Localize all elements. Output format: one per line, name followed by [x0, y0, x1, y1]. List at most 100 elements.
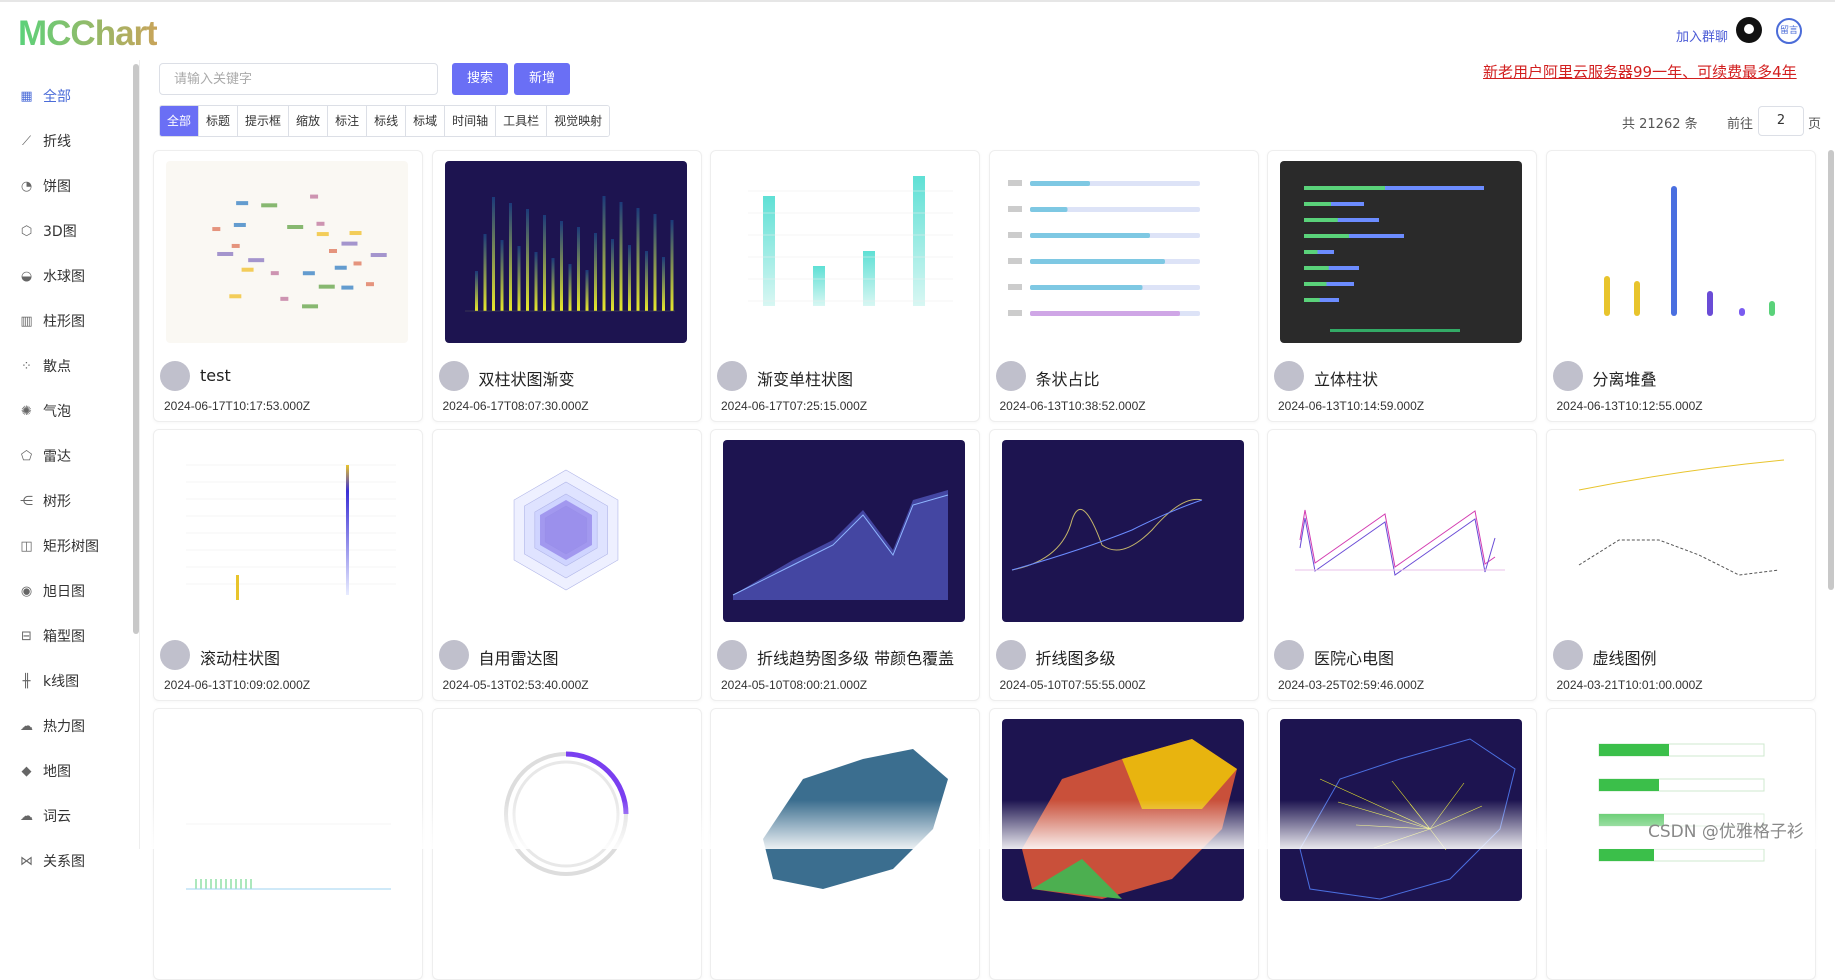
main-scrollbar[interactable]: [1828, 150, 1834, 590]
chart-card[interactable]: 自用雷达图 2024-05-13T02:53:40.000Z: [431, 429, 702, 701]
chart-thumbnail[interactable]: [1280, 440, 1522, 622]
chart-card[interactable]: 虚线图例 2024-03-21T10:01:00.000Z: [1545, 429, 1816, 701]
sidebar-item[interactable]: ▦ 全部: [18, 84, 71, 108]
filter-tab[interactable]: 提示框: [238, 106, 290, 136]
chart-title[interactable]: 虚线图例: [1593, 645, 1657, 669]
chart-title[interactable]: 滚动柱状图: [200, 645, 280, 669]
chart-date: 2024-03-25T02:59:46.000Z: [1278, 678, 1425, 692]
filter-tabs: 全部 标题 提示框 缩放 标注 标线 标域 时间轴 工具栏 视觉映射: [159, 105, 611, 137]
chart-title[interactable]: 双柱状图渐变: [479, 366, 575, 390]
sidebar-item[interactable]: ◒ 水球图: [18, 264, 85, 288]
chart-thumbnail[interactable]: [1001, 440, 1244, 622]
add-button[interactable]: 新增: [514, 63, 570, 95]
sidebar-item[interactable]: ╫ k线图: [18, 669, 80, 693]
chart-title[interactable]: 自用雷达图: [479, 645, 559, 669]
chart-thumbnail[interactable]: [723, 161, 965, 343]
chart-card[interactable]: 立体柱状 2024-06-13T10:14:59.000Z: [1267, 150, 1537, 422]
boxplot-icon: ⊟: [21, 628, 32, 644]
chart-thumbnail[interactable]: [444, 440, 687, 622]
chart-title[interactable]: 折线趋势图多级 带颜色覆盖: [757, 645, 954, 669]
chart-card[interactable]: 双柱状图渐变 2024-06-17T08:07:30.000Z: [431, 150, 702, 422]
filter-tab[interactable]: 视觉映射: [547, 106, 610, 136]
chart-thumbnail[interactable]: [723, 440, 965, 622]
chart-date: 2024-06-13T10:12:55.000Z: [1556, 399, 1703, 413]
author-avatar: [1552, 640, 1583, 670]
chart-thumbnail[interactable]: [1558, 161, 1801, 343]
sidebar-item[interactable]: ◔ 饼图: [18, 174, 71, 198]
chart-card[interactable]: 滚动柱状图 2024-06-13T10:09:02.000Z: [153, 429, 423, 701]
filter-tab[interactable]: 标题: [199, 106, 239, 136]
chart-title[interactable]: 渐变单柱状图: [757, 366, 853, 390]
sidebar-item[interactable]: ▥ 柱形图: [18, 309, 85, 333]
filter-tab[interactable]: 标线: [367, 106, 407, 136]
author-avatar: [160, 361, 190, 391]
sidebar-item[interactable]: ⬠ 雷达: [18, 444, 71, 468]
chart-title[interactable]: 折线图多级: [1036, 645, 1116, 669]
sidebar-item-label: 箱型图: [43, 629, 85, 645]
grid-icon: ▦: [20, 88, 33, 104]
chart-thumbnail[interactable]: [166, 161, 408, 343]
scatter-icon: ⁘: [21, 358, 32, 374]
sidebar-item-label: 折线: [43, 134, 71, 150]
page-input[interactable]: 2: [1758, 106, 1804, 136]
sidebar-item-label: 热力图: [43, 719, 85, 735]
sidebar-item[interactable]: ⊟ 箱型图: [18, 624, 85, 648]
total-count: 共 21262 条: [1622, 117, 1698, 132]
treemap-icon: ◫: [20, 538, 33, 554]
goto-label: 前往: [1727, 117, 1754, 132]
chart-title[interactable]: 分离堆叠: [1593, 366, 1657, 390]
chart-thumbnail[interactable]: [166, 440, 408, 622]
chart-title[interactable]: 条状占比: [1036, 366, 1100, 390]
promo-link[interactable]: 新老用户阿里云服务器99一年、可续费最多4年: [1483, 61, 1797, 82]
top-header: MCChart 加入群聊 留言: [0, 0, 1835, 60]
bottom-fade: [140, 800, 1828, 849]
chart-title[interactable]: 医院心电图: [1314, 645, 1394, 669]
author-avatar: [717, 361, 747, 391]
search-button[interactable]: 搜索: [452, 63, 508, 95]
sidebar-item[interactable]: ☁ 热力图: [18, 714, 85, 738]
filter-tab[interactable]: 缩放: [289, 106, 329, 136]
filter-tab[interactable]: 全部: [160, 106, 200, 136]
chart-thumbnail[interactable]: [1001, 161, 1244, 343]
sidebar-item-label: 词云: [43, 809, 71, 825]
user-avatar[interactable]: 留言: [1776, 18, 1802, 44]
chart-title[interactable]: 立体柱状: [1314, 366, 1378, 390]
chart-card[interactable]: 分离堆叠 2024-06-13T10:12:55.000Z: [1545, 150, 1816, 422]
author-avatar: [1274, 640, 1304, 670]
chart-thumbnail[interactable]: [1280, 161, 1522, 343]
sidebar-item[interactable]: ◫ 矩形树图: [18, 534, 99, 558]
github-icon[interactable]: [1736, 17, 1762, 43]
filter-tab[interactable]: 标注: [328, 106, 368, 136]
chart-date: 2024-03-21T10:01:00.000Z: [1556, 678, 1703, 692]
chart-card[interactable]: 渐变单柱状图 2024-06-17T07:25:15.000Z: [710, 150, 980, 422]
chart-card[interactable]: 条状占比 2024-06-13T10:38:52.000Z: [988, 150, 1259, 422]
logo[interactable]: MCChart: [18, 14, 158, 54]
join-group-link[interactable]: 加入群聊: [1676, 26, 1728, 45]
sidebar-scrollbar[interactable]: [133, 64, 139, 634]
map-icon: ◆: [21, 763, 32, 779]
chart-thumbnail[interactable]: [444, 161, 687, 343]
chart-title[interactable]: test: [200, 366, 231, 385]
chart-card[interactable]: 折线图多级 2024-05-10T07:55:55.000Z: [988, 429, 1259, 701]
sidebar-item[interactable]: ⁘ 散点: [18, 354, 71, 378]
wordcloud-icon: ☁: [20, 808, 33, 824]
sidebar-item[interactable]: ⬡ 3D图: [18, 219, 77, 243]
chart-card[interactable]: 医院心电图 2024-03-25T02:59:46.000Z: [1267, 429, 1537, 701]
sidebar-item[interactable]: ✺ 气泡: [18, 399, 71, 423]
sidebar-item[interactable]: ⋈ 关系图: [18, 849, 85, 873]
chart-date: 2024-06-17T08:07:30.000Z: [442, 399, 589, 413]
chart-card[interactable]: test 2024-06-17T10:17:53.000Z: [153, 150, 423, 422]
author-avatar: [1552, 361, 1583, 391]
filter-tab[interactable]: 标域: [406, 106, 446, 136]
sidebar-item[interactable]: ⋲ 树形: [18, 489, 71, 513]
search-input[interactable]: 请输入关键字: [159, 63, 438, 95]
sidebar-item[interactable]: ◆ 地图: [18, 759, 72, 783]
sidebar-item[interactable]: ◉ 旭日图: [18, 579, 85, 603]
filter-tab[interactable]: 工具栏: [496, 106, 548, 136]
sidebar-item[interactable]: ☁ 词云: [18, 804, 71, 828]
chart-thumbnail[interactable]: [1558, 440, 1801, 622]
sidebar-item[interactable]: ⟋ 折线: [18, 129, 71, 153]
filter-tab[interactable]: 时间轴: [445, 106, 497, 136]
chart-card[interactable]: 折线趋势图多级 带颜色覆盖 2024-05-10T08:00:21.000Z: [710, 429, 980, 701]
bubble-icon: ✺: [21, 403, 32, 419]
